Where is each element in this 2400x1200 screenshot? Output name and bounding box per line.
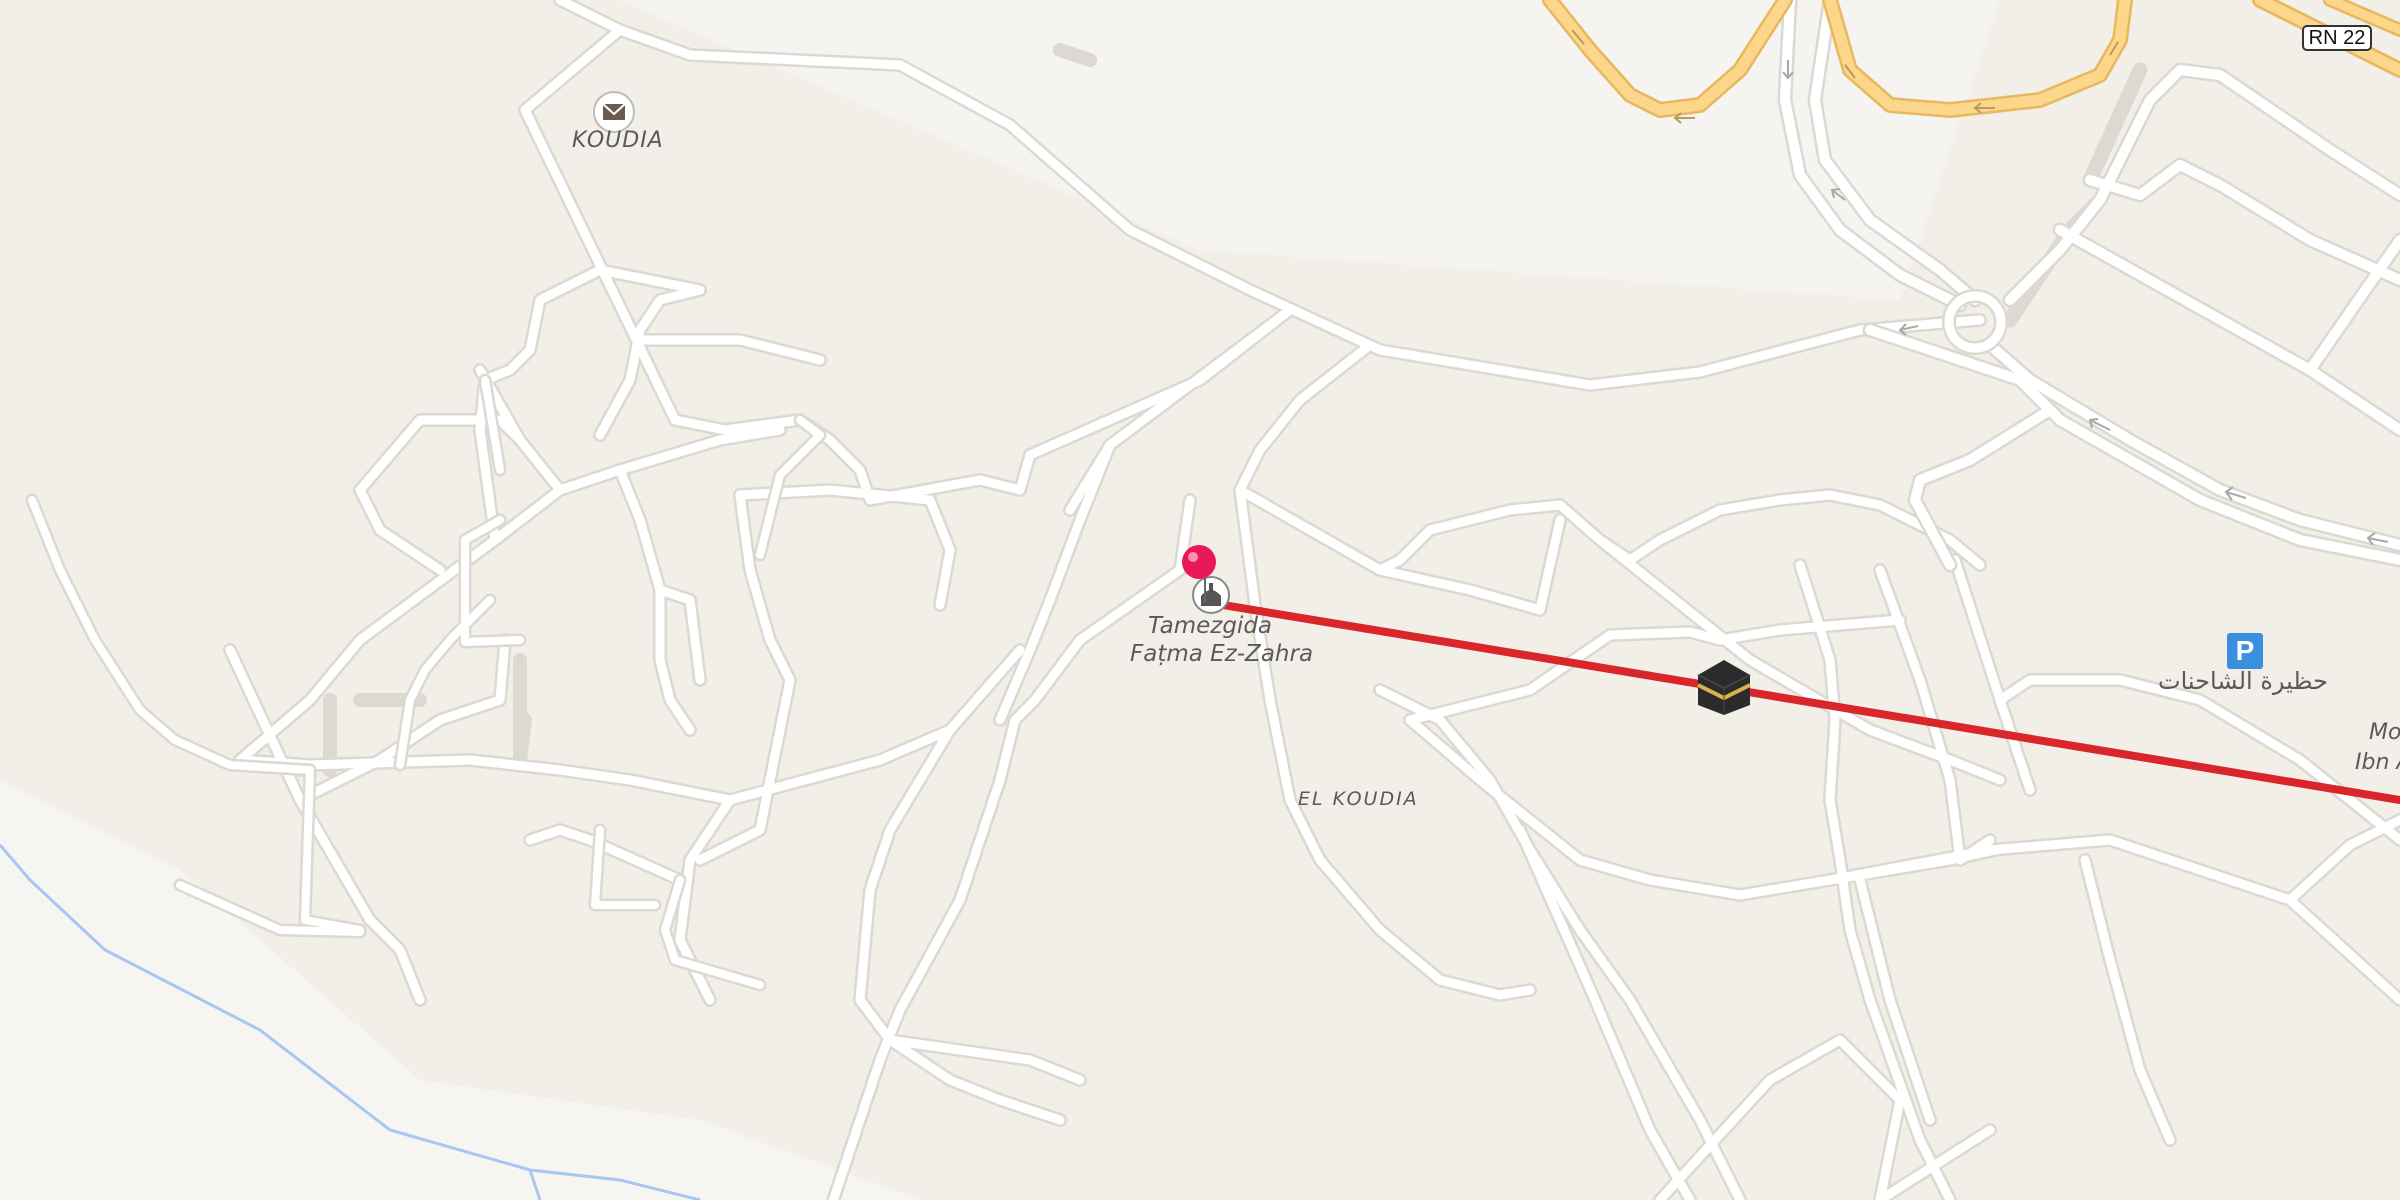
poi-label-mosque: Tamezgida Faṭma Ez-Zahra <box>1130 612 1314 668</box>
poi-label-cut-off: Mo Ibn A <box>2355 718 2400 778</box>
map-canvas[interactable]: P RN 22 KOUDIA Tamezgida Faṭma Ez-Zahra … <box>0 0 2400 1200</box>
road-shield: RN 22 <box>2302 25 2372 51</box>
parking-symbol: P <box>2235 635 2255 666</box>
land-area <box>0 780 920 1200</box>
place-label-koudia: KOUDIA <box>572 128 664 153</box>
poi-label-parking: حظيرة الشاحنات <box>2158 667 2328 695</box>
district-label-el-koudia: EL KOUDIA <box>1298 788 1419 810</box>
poi-label-cut-off-line1: Mo <box>2369 720 2400 745</box>
mosque-icon[interactable] <box>1192 576 1230 614</box>
poi-label-mosque-line1: Tamezgida <box>1147 613 1273 639</box>
road-shield-label: RN 22 <box>2308 27 2366 49</box>
post-office-icon[interactable] <box>593 91 635 133</box>
poi-label-mosque-line2: Faṭma Ez-Zahra <box>1130 641 1314 667</box>
poi-label-cut-off-line2: Ibn A <box>2355 750 2400 775</box>
kaaba-icon[interactable] <box>1697 660 1751 715</box>
map-layer <box>0 0 2400 1200</box>
